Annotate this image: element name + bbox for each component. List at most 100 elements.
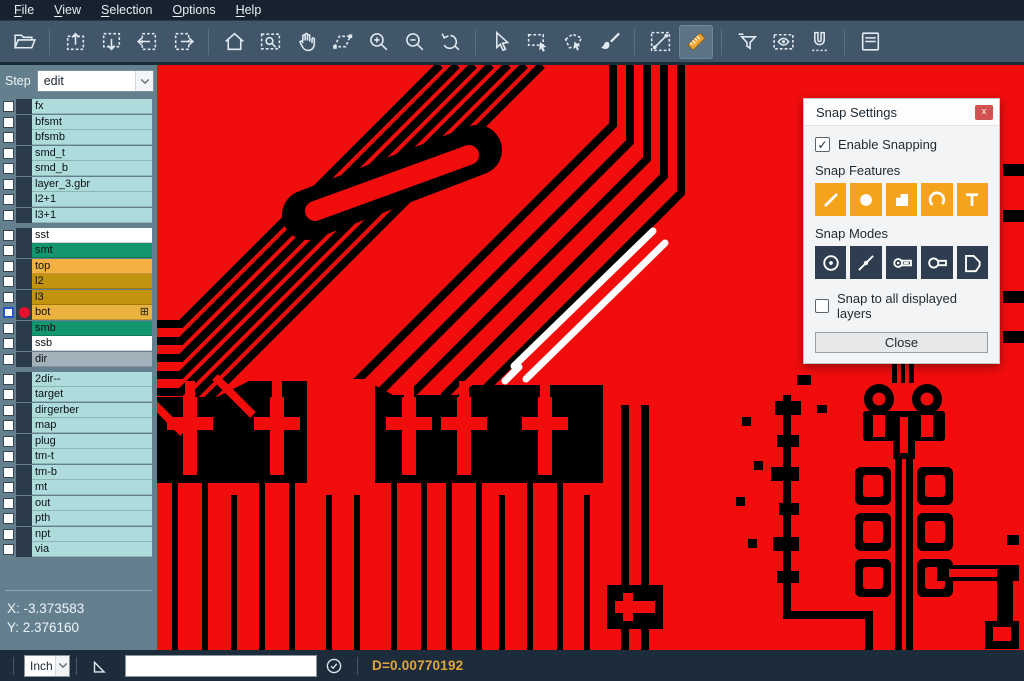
menu-options[interactable]: Options: [162, 1, 225, 19]
dialog-title-bar[interactable]: Snap Settings x: [804, 99, 999, 126]
open-file-button[interactable]: [7, 25, 41, 59]
layer-row-l2+1[interactable]: l2+1: [0, 192, 157, 207]
layer-name-cell[interactable]: pth: [32, 511, 152, 526]
zoom-out-button[interactable]: [397, 25, 431, 59]
menu-selection[interactable]: Selection: [91, 1, 162, 19]
layer-name-cell[interactable]: bfsmt: [32, 115, 152, 130]
snap-mode-midpoint-button[interactable]: [850, 246, 881, 279]
layer-name-cell[interactable]: l2+1: [32, 192, 152, 207]
layer-row-npt[interactable]: npt: [0, 527, 157, 542]
command-input[interactable]: [125, 655, 317, 677]
zoom-window-button[interactable]: [253, 25, 287, 59]
layer-visibility-checkbox[interactable]: [3, 194, 14, 205]
layer-name-cell[interactable]: via: [32, 542, 152, 557]
layer-row-tm-t[interactable]: tm-t: [0, 449, 157, 464]
layer-visibility-checkbox[interactable]: [3, 117, 14, 128]
close-icon[interactable]: x: [975, 105, 993, 120]
move-view-right-button[interactable]: [166, 25, 200, 59]
snap-feature-text-button[interactable]: [957, 183, 988, 216]
layer-row-bfsmt[interactable]: bfsmt: [0, 115, 157, 130]
layer-name-cell[interactable]: plug: [32, 434, 152, 449]
layer-visibility-checkbox[interactable]: [3, 323, 14, 334]
layer-visibility-checkbox[interactable]: [3, 101, 14, 112]
zoom-dynamic-button[interactable]: [325, 25, 359, 59]
layer-row-smb[interactable]: smb: [0, 321, 157, 336]
layer-row-pth[interactable]: pth: [0, 511, 157, 526]
layer-visibility-checkbox[interactable]: [3, 513, 14, 524]
layer-visibility-checkbox[interactable]: [3, 436, 14, 447]
layer-visibility-checkbox[interactable]: [3, 261, 14, 272]
filter-button[interactable]: [730, 25, 764, 59]
zoom-home-button[interactable]: [217, 25, 251, 59]
layer-row-ssb[interactable]: ssb: [0, 336, 157, 351]
step-dropdown[interactable]: edit: [37, 70, 154, 92]
pan-hand-button[interactable]: [289, 25, 323, 59]
snap-feature-arc-button[interactable]: [921, 183, 952, 216]
layer-visibility-checkbox[interactable]: [3, 405, 14, 416]
snap-mode-center-button[interactable]: [815, 246, 846, 279]
layer-name-cell[interactable]: l3+1: [32, 208, 152, 223]
layer-visibility-checkbox[interactable]: [3, 148, 14, 159]
layer-visibility-checkbox[interactable]: [3, 389, 14, 400]
measure-ruler-button[interactable]: [679, 25, 713, 59]
layers-dialog-button[interactable]: [853, 25, 887, 59]
layer-visibility-checkbox[interactable]: [3, 132, 14, 143]
layer-row-map[interactable]: map: [0, 418, 157, 433]
layer-name-cell[interactable]: 2dir--: [32, 372, 152, 387]
layer-visibility-checkbox[interactable]: [3, 230, 14, 241]
layer-row-tm-b[interactable]: tm-b: [0, 465, 157, 480]
layer-row-l3[interactable]: l3: [0, 290, 157, 305]
unit-select[interactable]: Inch: [24, 655, 70, 677]
layer-visibility-checkbox[interactable]: [3, 163, 14, 174]
layer-row-out[interactable]: out: [0, 496, 157, 511]
layer-visibility-checkbox[interactable]: [3, 338, 14, 349]
layer-row-mt[interactable]: mt: [0, 480, 157, 495]
layer-row-bot[interactable]: bot⊞: [0, 305, 157, 320]
layer-row-l2[interactable]: l2: [0, 274, 157, 289]
layer-row-dirgerber[interactable]: dirgerber: [0, 403, 157, 418]
layer-name-cell[interactable]: smd_b: [32, 161, 152, 176]
move-view-left-button[interactable]: [130, 25, 164, 59]
apply-refresh-icon[interactable]: [323, 655, 345, 677]
move-view-up-button[interactable]: [58, 25, 92, 59]
layer-name-cell[interactable]: smt: [32, 243, 152, 258]
angle-icon[interactable]: [89, 655, 111, 677]
layer-visibility-checkbox[interactable]: [3, 482, 14, 493]
layer-row-dir[interactable]: dir: [0, 352, 157, 367]
layer-visibility-checkbox[interactable]: [3, 498, 14, 509]
layer-row-2dir--[interactable]: 2dir--: [0, 372, 157, 387]
layer-row-plug[interactable]: plug: [0, 434, 157, 449]
select-pointer-button[interactable]: [484, 25, 518, 59]
layer-name-cell[interactable]: smb: [32, 321, 152, 336]
layer-name-cell[interactable]: dirgerber: [32, 403, 152, 418]
menu-view[interactable]: View: [44, 1, 91, 19]
layer-row-smt[interactable]: smt: [0, 243, 157, 258]
layer-row-top[interactable]: top: [0, 259, 157, 274]
layer-name-cell[interactable]: dir: [32, 352, 152, 367]
layer-name-cell[interactable]: fx: [32, 99, 152, 114]
layer-row-l3+1[interactable]: l3+1: [0, 208, 157, 223]
snap-settings-button[interactable]: [802, 25, 836, 59]
layer-visibility-checkbox[interactable]: [3, 529, 14, 540]
layer-name-cell[interactable]: bot⊞: [32, 305, 152, 320]
snap-feature-line-button[interactable]: [815, 183, 846, 216]
layer-row-via[interactable]: via: [0, 542, 157, 557]
layer-visibility-checkbox[interactable]: [3, 307, 14, 318]
layer-row-bfsmb[interactable]: bfsmb: [0, 130, 157, 145]
view-area-button[interactable]: [766, 25, 800, 59]
layer-name-cell[interactable]: top: [32, 259, 152, 274]
layer-name-cell[interactable]: sst: [32, 228, 152, 243]
highlight-brush-button[interactable]: [592, 25, 626, 59]
layer-row-layer_3.gbr[interactable]: layer_3.gbr: [0, 177, 157, 192]
snap-mode-pad-button[interactable]: [921, 246, 952, 279]
layer-visibility-checkbox[interactable]: [3, 179, 14, 190]
layer-row-target[interactable]: target: [0, 387, 157, 402]
layer-name-cell[interactable]: map: [32, 418, 152, 433]
snap-mode-pad-entry-button[interactable]: [886, 246, 917, 279]
snap-mode-contour-button[interactable]: [957, 246, 988, 279]
layer-visibility-checkbox[interactable]: [3, 420, 14, 431]
layer-name-cell[interactable]: ssb: [32, 336, 152, 351]
enable-snapping-checkbox[interactable]: ✓: [815, 137, 830, 152]
select-polygon-button[interactable]: [556, 25, 590, 59]
layer-row-smd_b[interactable]: smd_b: [0, 161, 157, 176]
